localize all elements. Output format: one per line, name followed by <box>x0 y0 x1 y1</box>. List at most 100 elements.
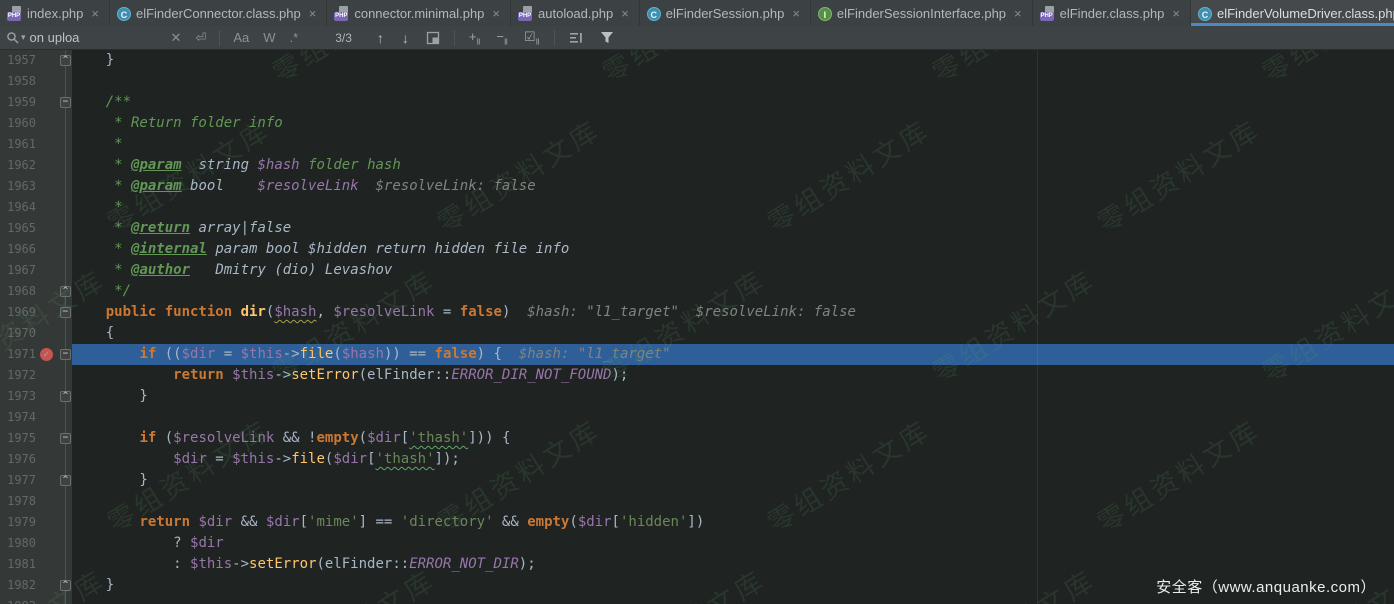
select-all-occurrences-button[interactable]: ☑Ⅱ <box>518 29 546 47</box>
tab-elFinderVolumeDriver.class.php[interactable]: CelFinderVolumeDriver.class.php× <box>1191 0 1394 26</box>
filter-icon[interactable] <box>594 31 620 44</box>
code-line[interactable]: 1970 { <box>0 323 1394 344</box>
code-line[interactable]: 1961 * <box>0 134 1394 155</box>
code-line[interactable]: 1972 return $this->setError(elFinder::ER… <box>0 365 1394 386</box>
fold-region-line <box>65 113 66 134</box>
tab-close-icon[interactable]: × <box>309 7 317 20</box>
code-text[interactable]: * @param bool $resolveLink $resolveLink:… <box>72 176 1394 197</box>
tab-close-icon[interactable]: × <box>1172 7 1180 20</box>
code-editor[interactable]: 1957^ }19581959− /**1960 * Return folder… <box>0 50 1394 604</box>
code-line[interactable]: 1966 * @internal param bool $hidden retu… <box>0 239 1394 260</box>
fold-marker-icon[interactable]: − <box>60 97 71 108</box>
tab-autoload.php[interactable]: PHPautoload.php× <box>511 0 640 26</box>
breakpoint-icon[interactable]: ✓ <box>40 348 53 361</box>
code-text[interactable]: * Return folder info <box>72 113 1394 134</box>
tab-elFinderConnector.class.php[interactable]: CelFinderConnector.class.php× <box>110 0 327 26</box>
code-line[interactable]: 1980 ? $dir <box>0 533 1394 554</box>
fold-marker-icon[interactable]: ^ <box>60 580 71 591</box>
fold-marker-icon[interactable]: ^ <box>60 475 71 486</box>
tab-close-icon[interactable]: × <box>492 7 500 20</box>
fold-region-line <box>65 596 66 604</box>
code-text[interactable]: */ <box>72 281 1394 302</box>
code-text[interactable]: * <box>72 197 1394 218</box>
code-line[interactable]: 1981 : $this->setError(elFinder::ERROR_N… <box>0 554 1394 575</box>
code-line[interactable]: 1975− if ($resolveLink && !empty($dir['t… <box>0 428 1394 449</box>
line-number: 1976 <box>0 449 36 470</box>
tab-close-icon[interactable]: × <box>1014 7 1022 20</box>
code-text[interactable]: * @internal param bool $hidden return hi… <box>72 239 1394 260</box>
tab-elFinderSession.php[interactable]: CelFinderSession.php× <box>640 0 811 26</box>
code-text[interactable] <box>72 71 1394 92</box>
code-line[interactable]: 1957^ } <box>0 50 1394 71</box>
code-line[interactable]: 1968^ */ <box>0 281 1394 302</box>
code-text[interactable]: return $this->setError(elFinder::ERROR_D… <box>72 365 1394 386</box>
match-case-toggle[interactable]: Aa <box>228 30 254 45</box>
regex-toggle[interactable]: .* <box>285 30 304 45</box>
code-text[interactable]: * @author Dmitry (dio) Levashov <box>72 260 1394 281</box>
code-text[interactable] <box>72 491 1394 512</box>
add-occurrence-button[interactable]: +Ⅱ <box>463 29 487 47</box>
code-line[interactable]: 1965 * @return array|false <box>0 218 1394 239</box>
tab-close-icon[interactable]: × <box>792 7 800 20</box>
fold-marker-icon[interactable]: − <box>60 307 71 318</box>
code-text[interactable]: ? $dir <box>72 533 1394 554</box>
previous-match-button[interactable]: ↑ <box>370 30 391 46</box>
code-line[interactable]: 1977^ } <box>0 470 1394 491</box>
search-input[interactable] <box>30 30 162 45</box>
code-text[interactable]: * <box>72 134 1394 155</box>
code-text[interactable]: return $dir && $dir['mime'] == 'director… <box>72 512 1394 533</box>
code-line[interactable]: 1971✓− if (($dir = $this->file($hash)) =… <box>0 344 1394 365</box>
search-clear-icon[interactable]: ✕ <box>166 30 187 46</box>
code-line[interactable]: 1963 * @param bool $resolveLink $resolve… <box>0 176 1394 197</box>
code-text[interactable] <box>72 407 1394 428</box>
tab-connector.minimal.php[interactable]: PHPconnector.minimal.php× <box>327 0 511 26</box>
code-line[interactable]: 1976 $dir = $this->file($dir['thash']); <box>0 449 1394 470</box>
code-line[interactable]: 1969 − public function dir($hash, $resolv… <box>0 302 1394 323</box>
search-icon[interactable] <box>6 31 20 45</box>
tab-elFinder.class.php[interactable]: PHPelFinder.class.php× <box>1033 0 1191 26</box>
fold-marker-icon[interactable]: − <box>60 433 71 444</box>
tab-close-icon[interactable]: × <box>621 7 629 20</box>
code-text[interactable]: if (($dir = $this->file($hash)) == false… <box>72 344 1394 365</box>
search-newline-icon[interactable]: ⏎ <box>190 30 211 46</box>
fold-region-line <box>65 407 66 428</box>
code-text[interactable]: * @return array|false <box>72 218 1394 239</box>
code-text[interactable] <box>72 596 1394 604</box>
tab-index.php[interactable]: PHPindex.php× <box>0 0 110 26</box>
tab-elFinderSessionInterface.php[interactable]: IelFinderSessionInterface.php× <box>811 0 1033 26</box>
code-text[interactable]: } <box>72 386 1394 407</box>
code-text[interactable]: } <box>72 50 1394 71</box>
code-text[interactable]: public function dir($hash, $resolveLink … <box>72 302 1394 323</box>
code-text[interactable]: if ($resolveLink && !empty($dir['thash']… <box>72 428 1394 449</box>
remove-occurrence-button[interactable]: −Ⅱ <box>490 29 514 47</box>
fold-marker-icon[interactable]: ^ <box>60 55 71 66</box>
fold-marker-icon[interactable]: ^ <box>60 286 71 297</box>
code-text[interactable]: /** <box>72 92 1394 113</box>
fold-marker-icon[interactable]: ^ <box>60 391 71 402</box>
code-line[interactable]: 1964 * <box>0 197 1394 218</box>
code-line[interactable]: 1973^ } <box>0 386 1394 407</box>
search-options-icon[interactable] <box>563 31 590 44</box>
words-toggle[interactable]: W <box>258 30 280 45</box>
code-line[interactable]: 1967 * @author Dmitry (dio) Levashov <box>0 260 1394 281</box>
fold-region-line <box>65 197 66 218</box>
code-text[interactable]: $dir = $this->file($dir['thash']); <box>72 449 1394 470</box>
code-line[interactable]: 1978 <box>0 491 1394 512</box>
code-text[interactable]: * @param string $hash folder hash <box>72 155 1394 176</box>
search-dropdown-icon[interactable]: ▾ <box>21 32 26 43</box>
code-line[interactable]: 1983 <box>0 596 1394 604</box>
code-line[interactable]: 1979 return $dir && $dir['mime'] == 'dir… <box>0 512 1394 533</box>
tab-close-icon[interactable]: × <box>91 7 99 20</box>
code-line[interactable]: 1962 * @param string $hash folder hash <box>0 155 1394 176</box>
code-line[interactable]: 1958 <box>0 71 1394 92</box>
line-number: 1969 <box>0 302 36 323</box>
fold-marker-icon[interactable]: − <box>60 349 71 360</box>
code-text[interactable]: } <box>72 470 1394 491</box>
next-match-button[interactable]: ↓ <box>395 30 416 46</box>
code-text[interactable]: : $this->setError(elFinder::ERROR_NOT_DI… <box>72 554 1394 575</box>
code-line[interactable]: 1960 * Return folder info <box>0 113 1394 134</box>
code-line[interactable]: 1959− /** <box>0 92 1394 113</box>
find-in-selection-icon[interactable] <box>420 31 446 45</box>
code-text[interactable]: { <box>72 323 1394 344</box>
code-line[interactable]: 1974 <box>0 407 1394 428</box>
